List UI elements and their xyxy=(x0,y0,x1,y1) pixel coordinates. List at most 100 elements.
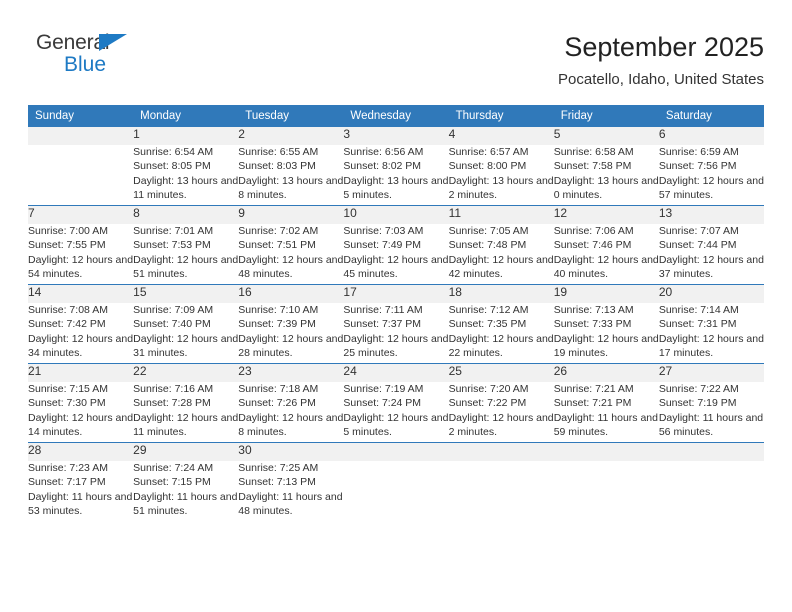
day-number[interactable]: 6 xyxy=(658,127,764,145)
day-cell[interactable]: Sunrise: 6:54 AM Sunset: 8:05 PM Daylight:… xyxy=(133,145,239,205)
day-number[interactable]: 2 xyxy=(238,127,344,145)
daylight-text: Daylight: 12 hours and 48 minutes. xyxy=(238,253,344,280)
day-cell[interactable]: Sunrise: 7:15 AM Sunset: 7:30 PM Daylight:… xyxy=(28,382,134,442)
sunrise-text: Sunrise: 7:01 AM xyxy=(133,225,214,237)
day-number[interactable]: 20 xyxy=(658,285,764,303)
day-number[interactable]: 25 xyxy=(448,364,554,382)
sunrise-text: Sunrise: 7:14 AM xyxy=(658,304,739,316)
daylight-text: Daylight: 12 hours and 51 minutes. xyxy=(133,253,239,280)
page-subtitle-location: Pocatello, Idaho, United States xyxy=(558,71,764,88)
sunset-text: Sunset: 7:28 PM xyxy=(133,397,211,410)
sunset-text: Sunset: 7:15 PM xyxy=(133,476,211,489)
daylight-text: Daylight: 12 hours and 31 minutes. xyxy=(133,332,239,359)
sunrise-text: Sunrise: 7:25 AM xyxy=(238,462,319,474)
day-number[interactable]: 17 xyxy=(343,285,449,303)
day-cell[interactable]: Sunrise: 7:23 AM Sunset: 7:17 PM Daylight:… xyxy=(28,461,134,521)
day-cell[interactable]: Sunrise: 7:20 AM Sunset: 7:22 PM Daylight:… xyxy=(448,382,554,442)
day-number[interactable]: 13 xyxy=(658,206,764,224)
sunrise-text: Sunrise: 6:58 AM xyxy=(553,146,634,158)
day-cell[interactable]: Sunrise: 7:10 AM Sunset: 7:39 PM Daylight:… xyxy=(238,303,344,363)
day-number[interactable]: 3 xyxy=(343,127,449,145)
day-number[interactable]: 15 xyxy=(133,285,239,303)
day-number[interactable]: 22 xyxy=(133,364,239,382)
day-cell[interactable]: Sunrise: 7:19 AM Sunset: 7:24 PM Daylight:… xyxy=(343,382,449,442)
sunrise-text: Sunrise: 6:55 AM xyxy=(238,146,319,158)
sunset-text: Sunset: 7:35 PM xyxy=(448,318,527,331)
daylight-text: Daylight: 12 hours and 42 minutes. xyxy=(448,253,554,280)
day-number[interactable]: 4 xyxy=(448,127,554,145)
sunrise-text: Sunrise: 6:57 AM xyxy=(448,146,529,158)
day-cell[interactable]: Sunrise: 7:05 AM Sunset: 7:48 PM Daylight:… xyxy=(448,224,554,284)
sunset-text: Sunset: 7:58 PM xyxy=(553,160,632,173)
day-cell[interactable]: Sunrise: 7:18 AM Sunset: 7:26 PM Daylight:… xyxy=(238,382,344,442)
day-number[interactable]: 23 xyxy=(238,364,344,382)
day-number[interactable]: 9 xyxy=(238,206,344,224)
daylight-text: Daylight: 11 hours and 53 minutes. xyxy=(28,490,133,517)
day-number[interactable]: 16 xyxy=(238,285,344,303)
logo-word-blue: Blue xyxy=(64,53,107,76)
sunset-text: Sunset: 7:22 PM xyxy=(448,397,527,410)
weekday-header-row: Sunday Monday Tuesday Wednesday Thursday… xyxy=(28,105,764,127)
day-cell[interactable]: Sunrise: 6:56 AM Sunset: 8:02 PM Daylight:… xyxy=(343,145,449,205)
weekday-header-monday: Monday xyxy=(133,105,239,127)
day-number[interactable]: 27 xyxy=(658,364,764,382)
sunset-text: Sunset: 7:42 PM xyxy=(28,318,106,331)
day-detail-row: Sunrise: 7:00 AM Sunset: 7:55 PM Daylight:… xyxy=(28,224,764,284)
day-number[interactable]: 1 xyxy=(133,127,239,145)
day-cell[interactable]: Sunrise: 7:12 AM Sunset: 7:35 PM Daylight:… xyxy=(448,303,554,363)
day-number[interactable]: 29 xyxy=(133,443,239,461)
daylight-text: Daylight: 12 hours and 19 minutes. xyxy=(553,332,659,359)
day-cell[interactable]: Sunrise: 7:13 AM Sunset: 7:33 PM Daylight:… xyxy=(553,303,659,363)
day-cell[interactable]: Sunrise: 7:25 AM Sunset: 7:13 PM Daylight:… xyxy=(238,461,344,521)
logo-text-general: General xyxy=(36,32,156,53)
day-number[interactable]: 10 xyxy=(343,206,449,224)
day-cell[interactable]: Sunrise: 6:59 AM Sunset: 7:56 PM Daylight:… xyxy=(658,145,764,205)
day-cell[interactable]: Sunrise: 7:06 AM Sunset: 7:46 PM Daylight:… xyxy=(553,224,659,284)
day-number-row: 21 22 23 24 25 26 27 xyxy=(28,364,764,382)
day-cell[interactable]: Sunrise: 7:00 AM Sunset: 7:55 PM Daylight:… xyxy=(28,224,134,284)
sunrise-text: Sunrise: 7:18 AM xyxy=(238,383,319,395)
day-cell[interactable]: Sunrise: 7:22 AM Sunset: 7:19 PM Daylight:… xyxy=(658,382,764,442)
sunset-text: Sunset: 7:40 PM xyxy=(133,318,211,331)
day-cell-empty xyxy=(658,461,764,521)
day-number[interactable]: 24 xyxy=(343,364,449,382)
day-cell-empty xyxy=(28,145,134,205)
day-cell[interactable]: Sunrise: 7:08 AM Sunset: 7:42 PM Daylight:… xyxy=(28,303,134,363)
day-cell[interactable]: Sunrise: 7:09 AM Sunset: 7:40 PM Daylight:… xyxy=(133,303,239,363)
day-cell[interactable]: Sunrise: 7:21 AM Sunset: 7:21 PM Daylight:… xyxy=(553,382,659,442)
sunset-text: Sunset: 7:33 PM xyxy=(553,318,632,331)
day-cell[interactable]: Sunrise: 7:01 AM Sunset: 7:53 PM Daylight:… xyxy=(133,224,239,284)
day-cell[interactable]: Sunrise: 7:11 AM Sunset: 7:37 PM Daylight:… xyxy=(343,303,449,363)
day-number[interactable]: 30 xyxy=(238,443,344,461)
day-cell[interactable]: Sunrise: 7:03 AM Sunset: 7:49 PM Daylight:… xyxy=(343,224,449,284)
sunrise-text: Sunrise: 7:19 AM xyxy=(343,383,424,395)
day-number[interactable]: 19 xyxy=(553,285,659,303)
day-number[interactable]: 11 xyxy=(448,206,554,224)
day-number[interactable]: 7 xyxy=(28,206,134,224)
day-number[interactable]: 8 xyxy=(133,206,239,224)
daylight-text: Daylight: 13 hours and 0 minutes. xyxy=(553,174,659,201)
day-number[interactable]: 5 xyxy=(553,127,659,145)
sunset-text: Sunset: 7:31 PM xyxy=(658,318,737,331)
day-cell[interactable]: Sunrise: 7:24 AM Sunset: 7:15 PM Daylight:… xyxy=(133,461,239,521)
day-cell[interactable]: Sunrise: 7:02 AM Sunset: 7:51 PM Daylight:… xyxy=(238,224,344,284)
daylight-text: Daylight: 13 hours and 2 minutes. xyxy=(448,174,554,201)
generalblue-logo[interactable]: General Blue xyxy=(36,32,156,82)
day-cell[interactable]: Sunrise: 6:58 AM Sunset: 7:58 PM Daylight:… xyxy=(553,145,659,205)
day-cell[interactable]: Sunrise: 6:57 AM Sunset: 8:00 PM Daylight:… xyxy=(448,145,554,205)
day-number-empty xyxy=(553,443,659,461)
day-number[interactable]: 12 xyxy=(553,206,659,224)
day-number[interactable]: 18 xyxy=(448,285,554,303)
sunset-text: Sunset: 7:19 PM xyxy=(658,397,737,410)
sunrise-text: Sunrise: 7:11 AM xyxy=(343,304,423,316)
day-cell[interactable]: Sunrise: 7:14 AM Sunset: 7:31 PM Daylight:… xyxy=(658,303,764,363)
sunrise-text: Sunrise: 7:06 AM xyxy=(553,225,634,237)
day-number[interactable]: 26 xyxy=(553,364,659,382)
day-cell[interactable]: Sunrise: 6:55 AM Sunset: 8:03 PM Daylight:… xyxy=(238,145,344,205)
day-cell[interactable]: Sunrise: 7:07 AM Sunset: 7:44 PM Daylight:… xyxy=(658,224,764,284)
daylight-text: Daylight: 12 hours and 2 minutes. xyxy=(448,411,554,438)
day-number[interactable]: 28 xyxy=(28,443,134,461)
day-number[interactable]: 14 xyxy=(28,285,134,303)
day-number[interactable]: 21 xyxy=(28,364,134,382)
day-cell[interactable]: Sunrise: 7:16 AM Sunset: 7:28 PM Daylight:… xyxy=(133,382,239,442)
